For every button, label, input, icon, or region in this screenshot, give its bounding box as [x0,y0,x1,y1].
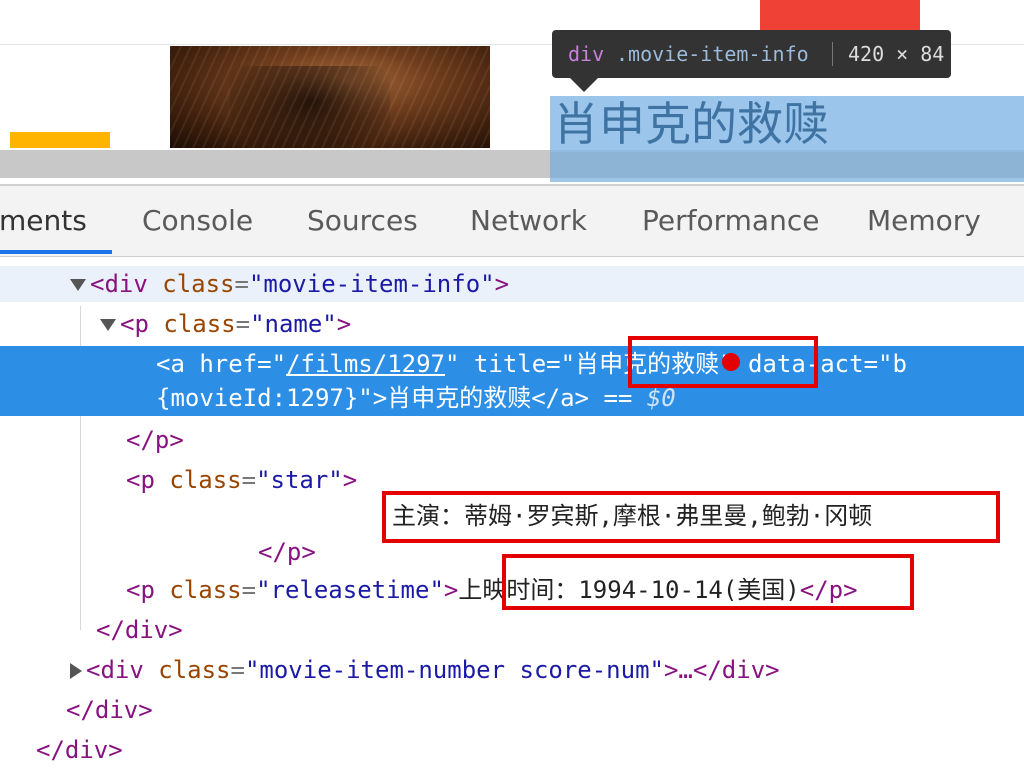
collapse-triangle-icon[interactable] [70,663,82,679]
devtools-panel: ments Console Sources Network Performanc… [0,184,1024,770]
tab-memory[interactable]: Memory [867,186,981,256]
dom-node-movie-item-info[interactable]: <div class="movie-item-info"> [0,266,1024,302]
annotation-box-star [382,491,1000,543]
tab-performance[interactable]: Performance [642,186,819,256]
tooltip-size: 420 × 84 [848,42,945,66]
dom-node-p-name[interactable]: <p class="name"> [0,306,1024,342]
dom-node-score-num[interactable]: <div class="movie-item-number score-num"… [0,652,1024,688]
tooltip-selector: .movie-item-info [616,42,809,66]
movie-poster-image[interactable] [170,46,490,148]
expand-triangle-icon[interactable] [100,319,116,331]
tooltip-tag: div [568,42,605,66]
annotation-box-releasetime [502,554,914,610]
dom-node-div-close-3[interactable]: </div> [0,732,1024,768]
tab-sources[interactable]: Sources [307,186,418,256]
annotation-dot [722,353,740,371]
page-preview: 肖申克的救赎 div .movie-item-info 420 × 84 [0,0,1024,184]
dom-node-p-close[interactable]: </p> [0,422,1024,458]
dom-node-a-selected[interactable]: <a href="/films/1297" title="肖申克的救赎" dat… [0,346,1024,416]
dom-node-div-close[interactable]: </div> [0,612,1024,648]
expand-triangle-icon[interactable] [70,279,86,291]
poster-rain-texture [170,46,490,148]
devtools-tabbar: ments Console Sources Network Performanc… [0,186,1024,257]
red-banner-block [760,0,920,30]
tooltip-arrow [570,78,598,92]
highlighted-movie-title[interactable]: 肖申克的救赎 [553,96,829,152]
tab-network[interactable]: Network [470,186,587,256]
tooltip-divider [832,42,833,66]
console-ref-dollar0: $0 [646,384,676,412]
href-link[interactable]: /films/1297 [286,350,445,378]
inspect-tooltip: div .movie-item-info 420 × 84 [552,30,951,78]
yellow-accent-bar [10,132,110,148]
active-tab-indicator [0,250,112,254]
tab-elements[interactable]: ments [0,186,87,256]
dom-node-div-close-2[interactable]: </div> [0,692,1024,728]
tab-console[interactable]: Console [142,186,253,256]
